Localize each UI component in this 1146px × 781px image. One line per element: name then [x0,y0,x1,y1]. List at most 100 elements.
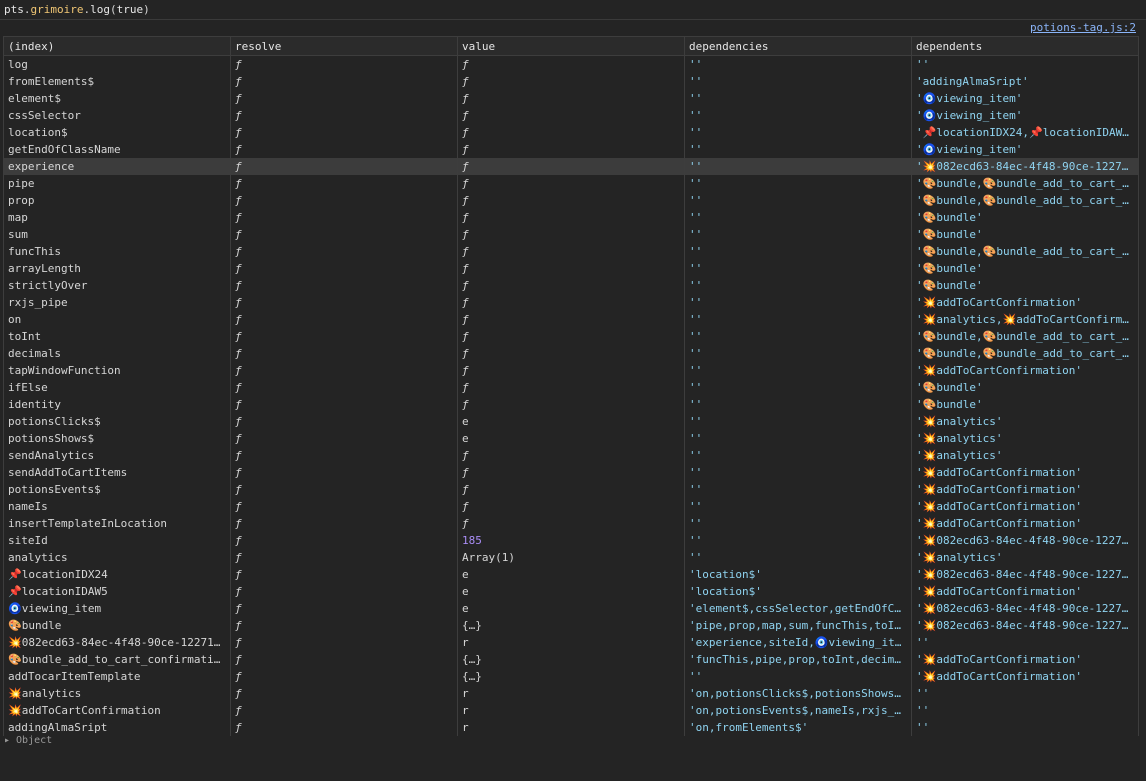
table-row: 🧿viewing_item ƒ e'element$,cssSelector,get… [3,600,1139,617]
table-row: addTocarItemTemplate ƒ {…} '' '💥addToCartCon… [3,668,1139,685]
cell-index: 💥analytics [3,685,231,702]
cell-index: addTocarItemTemplate [3,668,231,685]
table-row: 📌locationIDAW5 ƒ e'location$' '💥addToCartCo… [3,583,1139,600]
table-row: on ƒ ƒ '' '💥analytics,💥addToCartConfirmation… [3,311,1139,328]
cell-dependencies: '' [684,515,912,532]
cell-value: e [457,600,685,617]
cell-index: potionsShows$ [3,430,231,447]
cell-index: siteId [3,532,231,549]
cell-value: {…} [457,651,685,668]
cell-value: ƒ [457,175,685,192]
column-header-value[interactable]: value [457,36,685,56]
cell-index: sendAddToCartItems [3,464,231,481]
cell-dependents: '💥addToCartConfirmation' [911,481,1139,498]
column-header-index[interactable]: (index) [3,36,231,56]
cell-dependencies: '' [684,73,912,90]
cell-index: toInt [3,328,231,345]
column-header-dependents[interactable]: dependents [911,36,1139,56]
cell-index: 📌locationIDX24 [3,566,231,583]
command-argument: true [116,3,144,16]
cell-value: ƒ [457,243,685,260]
cell-index: rxjs_pipe [3,294,231,311]
cell-dependents: '💥082ecd63-84ec-4f48-90ce-12271d456… [911,532,1139,549]
table-row: nameIs ƒ ƒ '' '💥addToCartConfirmation' [3,498,1139,515]
cell-dependencies: '' [684,498,912,515]
cell-resolve: ƒ [230,447,458,464]
cell-dependencies: '' [684,243,912,260]
cell-resolve: ƒ [230,600,458,617]
cell-resolve: ƒ [230,277,458,294]
cell-resolve: ƒ [230,481,458,498]
table-row: 🎨bundle ƒ {…}'pipe,prop,map,sum,funcThis,t… [3,617,1139,634]
cell-dependencies: 'on,fromElements$' [684,719,912,736]
cell-index: sendAnalytics [3,447,231,464]
cell-index: map [3,209,231,226]
source-file-link[interactable]: potions-tag.js:2 [1030,21,1136,34]
cell-index: cssSelector [3,107,231,124]
cell-value: {…} [457,617,685,634]
cell-dependents: '💥analytics' [911,447,1139,464]
cell-dependencies: '' [684,532,912,549]
cell-index: 📌locationIDAW5 [3,583,231,600]
cell-resolve: ƒ [230,209,458,226]
table-body: log ƒ ƒ '' '' fromElements$ ƒ ƒ '''addingAlmaSri… [3,55,1139,736]
table-row: arrayLength ƒ ƒ '' '🎨bundle' [3,260,1139,277]
command-object: pts [4,3,24,16]
cell-index: tapWindowFunction [3,362,231,379]
column-header-resolve[interactable]: resolve [230,36,458,56]
table-row: siteId ƒ 185 '' '💥082ecd63-84ec-4f48-90ce-12… [3,532,1139,549]
column-header-dependencies[interactable]: dependencies [684,36,912,56]
table-row: potionsShows$ ƒ e '' '💥analytics' [3,430,1139,447]
cell-index: analytics [3,549,231,566]
cell-value: ƒ [457,209,685,226]
cell-dependents: '💥analytics' [911,413,1139,430]
cell-resolve: ƒ [230,702,458,719]
table-row: decimals ƒ ƒ '' '🎨bundle,🎨bundle_add_to_cart… [3,345,1139,362]
cell-index: 💥082ecd63-84ec-4f48-90ce-12271d456… [3,634,231,651]
cell-value: e [457,413,685,430]
cell-value: r [457,685,685,702]
cell-dependents: '💥082ecd63-84ec-4f48-90ce-12271d456… [911,158,1139,175]
cell-dependents: '🎨bundle,🎨bundle_add_to_cart_confirmatio… [911,243,1139,260]
cell-dependencies: '' [684,464,912,481]
cell-resolve: ƒ [230,413,458,430]
cell-index: pipe [3,175,231,192]
cell-resolve: ƒ [230,311,458,328]
cell-dependencies: '' [684,209,912,226]
cell-index: funcThis [3,243,231,260]
cell-index: arrayLength [3,260,231,277]
cell-index: potionsClicks$ [3,413,231,430]
cell-dependents: '🎨bundle' [911,209,1139,226]
table-row: sum ƒ ƒ '' '🎨bundle' [3,226,1139,243]
table-row: 💥analytics ƒ r'on,potionsClicks$,potionsSh… [3,685,1139,702]
cell-dependents: '🎨bundle,🎨bundle_add_to_cart_confirmatio… [911,345,1139,362]
table-row: potionsClicks$ ƒ e '' '💥analytics' [3,413,1139,430]
cell-resolve: ƒ [230,226,458,243]
cell-value: ƒ [457,515,685,532]
cell-dependencies: '' [684,260,912,277]
table-row: funcThis ƒ ƒ '' '🎨bundle,🎨bundle_add_to_cart… [3,243,1139,260]
cell-resolve: ƒ [230,634,458,651]
command-property: grimoire [30,3,84,16]
cell-dependents: '💥addToCartConfirmation' [911,583,1139,600]
cell-dependents: '💥analytics' [911,549,1139,566]
object-expander[interactable]: ▸ Object [0,736,1146,746]
cell-dependencies: '' [684,362,912,379]
cell-index: experience [3,158,231,175]
command-method: log [90,3,110,16]
cell-dependencies: '' [684,175,912,192]
cell-resolve: ƒ [230,617,458,634]
cell-resolve: ƒ [230,345,458,362]
cell-dependencies: 'location$' [684,583,912,600]
cell-value: ƒ [457,141,685,158]
cell-dependents: '📌locationIDX24,📌locationIDAW5' [911,124,1139,141]
cell-dependencies: '' [684,549,912,566]
cell-resolve: ƒ [230,175,458,192]
cell-dependencies: '' [684,294,912,311]
cell-dependents: '💥082ecd63-84ec-4f48-90ce-12271d456… [911,617,1139,634]
cell-dependencies: '' [684,328,912,345]
console-command-line: pts.grimoire.log(true) [0,0,1146,20]
cell-resolve: ƒ [230,260,458,277]
cell-dependents: '🧿viewing_item' [911,90,1139,107]
cell-dependents: '' [911,719,1139,736]
